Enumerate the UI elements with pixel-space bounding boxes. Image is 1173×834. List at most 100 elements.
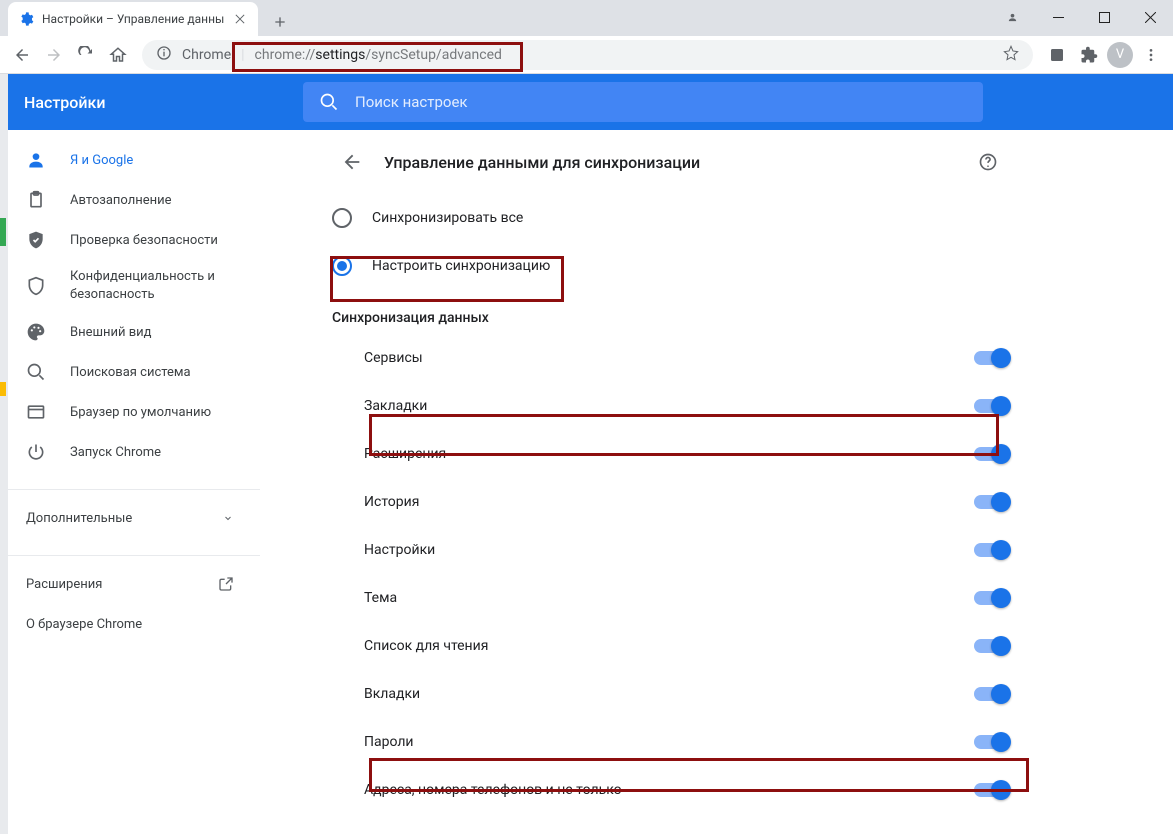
sync-toggle-row: История	[320, 478, 1020, 526]
shield-icon	[26, 276, 46, 296]
sync-toggle-row: Расширения	[320, 430, 1020, 478]
radio-label: Синхронизировать все	[372, 210, 523, 226]
browser-menu-button[interactable]	[1137, 41, 1165, 69]
toggle-label: Закладки	[364, 398, 427, 414]
window-account-icon[interactable]	[989, 0, 1035, 34]
sidebar-item-label: Браузер по умолчанию	[70, 405, 211, 420]
sidebar-item-label: Запуск Chrome	[70, 445, 161, 460]
settings-body: Я и Google Автозаполнение Проверка безопас…	[0, 130, 1173, 833]
sidebar-item-label: Поисковая система	[70, 365, 191, 380]
settings-main: Управление данными для синхронизации Син…	[260, 130, 1173, 833]
sidebar-item-label: Автозаполнение	[70, 193, 172, 208]
tab-title: Настройки – Управление данны	[42, 12, 224, 26]
help-icon[interactable]	[976, 150, 1000, 174]
radio-icon	[332, 208, 352, 228]
sidebar-item-browser[interactable]: Браузер по умолчанию	[0, 392, 248, 432]
toggle-label: Адреса, номера телефонов и не только	[364, 782, 622, 798]
toggle-label: Пароли	[364, 734, 414, 750]
window-maximize-button[interactable]	[1081, 0, 1127, 34]
window-close-button[interactable]	[1127, 0, 1173, 34]
clipboard-icon	[26, 190, 46, 210]
window-minimize-button[interactable]	[1035, 0, 1081, 34]
window-controls	[989, 0, 1173, 34]
sync-data-section-title: Синхронизация данных	[320, 290, 1020, 334]
settings-sidebar: Я и Google Автозаполнение Проверка безопас…	[0, 130, 260, 833]
background-edge	[0, 74, 8, 834]
toggle-switch[interactable]	[974, 735, 1008, 749]
browser-toolbar: Chrome | chrome://settings/syncSetup/adv…	[0, 36, 1173, 74]
sync-toggle-row: Пароли	[320, 718, 1020, 766]
sidebar-item-shield[interactable]: Конфиденциальность и безопасность	[0, 260, 248, 312]
toggle-switch[interactable]	[974, 591, 1008, 605]
toggle-switch[interactable]	[974, 351, 1008, 365]
toggle-label: Сервисы	[364, 350, 423, 366]
tab-close-button[interactable]	[232, 11, 248, 27]
toggle-switch[interactable]	[974, 639, 1008, 653]
search-icon	[319, 92, 339, 112]
toggle-label: Расширения	[364, 446, 446, 462]
sidebar-item-label: Конфиденциальность и безопасность	[70, 268, 248, 303]
browser-tab[interactable]: Настройки – Управление данны	[8, 2, 258, 36]
search-icon	[26, 362, 46, 382]
toggle-switch[interactable]	[974, 687, 1008, 701]
site-label: Chrome	[182, 47, 231, 63]
settings-header: Настройки	[0, 74, 1173, 130]
nav-reload-button[interactable]	[72, 41, 100, 69]
sidebar-item-clipboard[interactable]: Автозаполнение	[0, 180, 248, 220]
toggle-label: Список для чтения	[364, 638, 488, 654]
radio-sync-custom[interactable]: Настроить синхронизацию	[320, 242, 1020, 290]
sync-toggle-row: Тема	[320, 574, 1020, 622]
sidebar-item-label: Я и Google	[70, 153, 133, 168]
nav-forward-button[interactable]	[40, 41, 68, 69]
chevron-down-icon	[222, 512, 234, 524]
sync-toggle-row: Закладки	[320, 382, 1020, 430]
bookmark-star-icon[interactable]	[1003, 45, 1019, 65]
shield-check-icon	[26, 230, 46, 250]
radio-icon	[332, 256, 352, 276]
address-bar[interactable]: Chrome | chrome://settings/syncSetup/adv…	[142, 40, 1033, 70]
sidebar-item-label: Проверка безопасности	[70, 233, 218, 248]
nav-back-button[interactable]	[8, 41, 36, 69]
settings-title: Настройки	[0, 93, 303, 112]
settings-search[interactable]	[303, 82, 983, 122]
nav-home-button[interactable]	[104, 41, 132, 69]
browser-icon	[26, 402, 46, 422]
settings-favicon-icon	[18, 11, 34, 27]
sidebar-item-shield-check[interactable]: Проверка безопасности	[0, 220, 248, 260]
extension-icon-1[interactable]	[1043, 41, 1071, 69]
radio-label: Настроить синхронизацию	[372, 258, 550, 274]
sidebar-item-person[interactable]: Я и Google	[0, 140, 248, 180]
sync-toggle-row: Вкладки	[320, 670, 1020, 718]
toggle-switch[interactable]	[974, 399, 1008, 413]
sidebar-extensions-link[interactable]: Расширения	[0, 564, 260, 604]
page-header: Управление данными для синхронизации	[320, 130, 1020, 194]
settings-search-input[interactable]	[355, 93, 967, 111]
toggle-switch[interactable]	[974, 495, 1008, 509]
page-title: Управление данными для синхронизации	[384, 153, 956, 172]
toggle-switch[interactable]	[974, 543, 1008, 557]
toggle-label: Настройки	[364, 542, 435, 558]
profile-avatar[interactable]: V	[1107, 42, 1133, 68]
radio-sync-all[interactable]: Синхронизировать все	[320, 194, 1020, 242]
sync-toggle-row: Список для чтения	[320, 622, 1020, 670]
sync-toggle-row: Сервисы	[320, 334, 1020, 382]
palette-icon	[26, 322, 46, 342]
open-external-icon	[218, 576, 234, 592]
url-text: chrome://settings/syncSetup/advanced	[255, 47, 502, 63]
sidebar-item-label: Внешний вид	[70, 325, 152, 340]
extensions-puzzle-icon[interactable]	[1075, 41, 1103, 69]
sidebar-item-palette[interactable]: Внешний вид	[0, 312, 248, 352]
sidebar-item-power[interactable]: Запуск Chrome	[0, 432, 248, 472]
toggle-switch[interactable]	[974, 783, 1008, 797]
toggle-switch[interactable]	[974, 447, 1008, 461]
site-info-icon[interactable]	[156, 45, 172, 65]
page-back-button[interactable]	[340, 150, 364, 174]
new-tab-button[interactable]	[266, 8, 294, 36]
sidebar-about-link[interactable]: О браузере Chrome	[0, 604, 260, 644]
sync-toggle-row: Адреса, номера телефонов и не только	[320, 766, 1020, 814]
sidebar-item-search[interactable]: Поисковая система	[0, 352, 248, 392]
sidebar-advanced[interactable]: Дополнительные	[0, 498, 260, 538]
sync-toggle-row: Настройки	[320, 526, 1020, 574]
toggle-label: Тема	[364, 590, 397, 606]
person-icon	[26, 150, 46, 170]
